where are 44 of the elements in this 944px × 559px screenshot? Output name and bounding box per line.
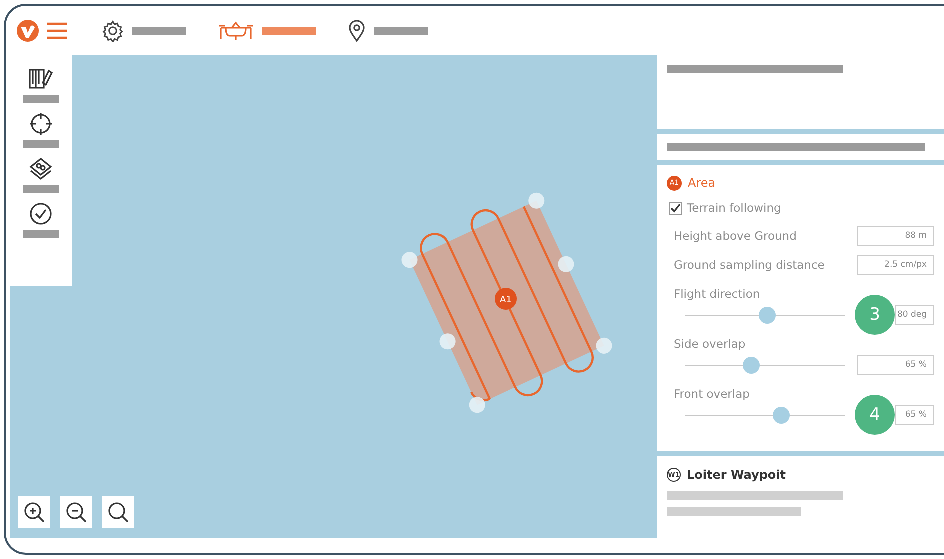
layers-icon [28, 157, 54, 181]
tool-button[interactable] [23, 202, 59, 238]
panel-title: Area [688, 176, 716, 190]
slider-label: Flight direction [673, 287, 762, 301]
area-marker[interactable]: A1 [495, 288, 517, 310]
search-button[interactable] [102, 496, 134, 528]
ruler-pencil-icon [28, 67, 54, 91]
slider-label: Side overlap [673, 337, 747, 351]
logo-icon[interactable] [16, 18, 40, 42]
tool-button[interactable] [23, 112, 59, 148]
input-field[interactable]: 65 % [895, 405, 934, 425]
slider-thumb[interactable] [758, 306, 776, 324]
placeholder-bar [374, 26, 428, 34]
field-label: Ground sampling distance [674, 258, 825, 272]
zoom-in-button[interactable] [18, 496, 50, 528]
placeholder-bar [23, 140, 59, 148]
checkbox[interactable] [669, 202, 682, 214]
settings-icon [102, 20, 124, 42]
step-callout: 3 [855, 295, 895, 335]
input-field[interactable]: 80 deg [895, 305, 934, 325]
zoom-out-button[interactable] [60, 496, 92, 528]
input-field[interactable]: 2.5 cm/px [857, 254, 934, 274]
pin-icon [348, 20, 366, 42]
slider-thumb[interactable] [773, 406, 790, 424]
placeholder-bar [23, 230, 59, 238]
input-field[interactable]: 88 m [857, 226, 934, 246]
checkbox-label: Terrain following [687, 201, 782, 215]
placeholder-bar [262, 26, 316, 34]
slider-thumb[interactable] [742, 356, 760, 374]
panel-title: Loiter Waypoit [687, 468, 786, 482]
tool-button[interactable] [23, 157, 59, 193]
menu-icon[interactable] [46, 22, 68, 40]
crosshair-icon [29, 112, 53, 136]
slider-label: Front overlap [673, 387, 751, 401]
tool-button[interactable] [23, 67, 59, 103]
input-field[interactable]: 65 % [857, 355, 934, 375]
field-label: Height above Ground [674, 228, 797, 242]
survey-area-drawing[interactable] [402, 192, 612, 414]
step-callout: 4 [855, 395, 895, 435]
placeholder-bar [23, 185, 59, 193]
placeholder-bar [23, 95, 59, 103]
drone-icon [218, 20, 254, 42]
placeholder-bar [132, 26, 186, 34]
check-circle-icon [29, 202, 53, 226]
